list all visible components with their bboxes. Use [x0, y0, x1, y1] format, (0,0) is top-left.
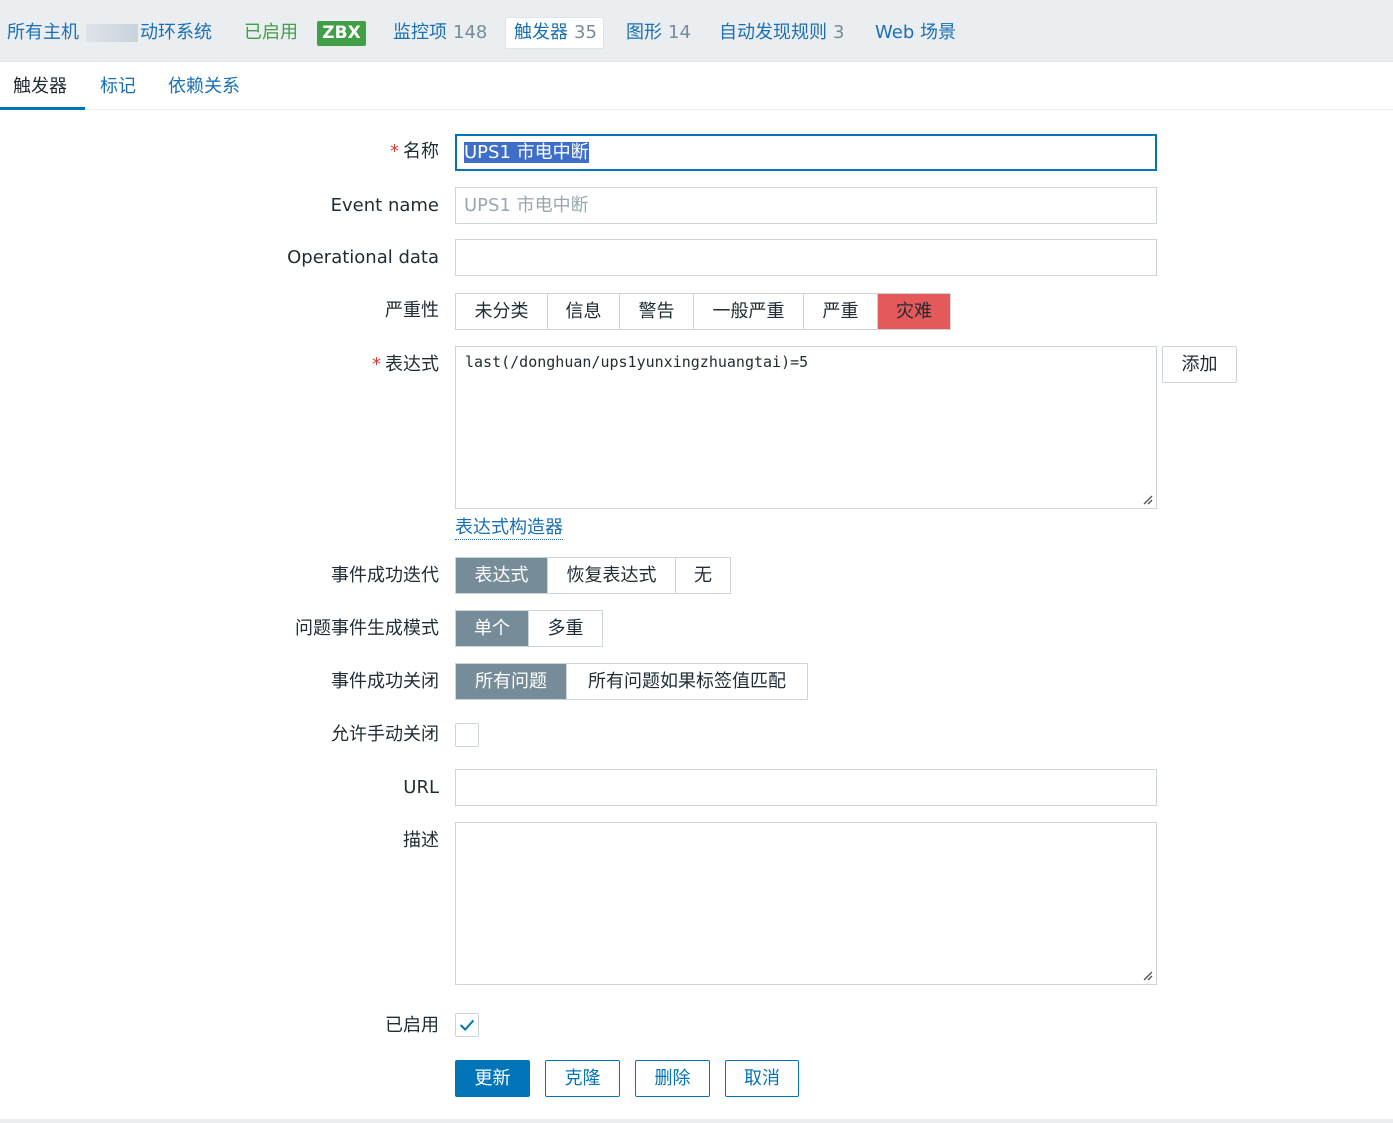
page-bottom-divider — [0, 1119, 1393, 1123]
ok-event-none[interactable]: 无 — [676, 558, 730, 593]
event-name-label: Event name — [330, 195, 439, 216]
tab-dependencies[interactable]: 依赖关系 — [168, 74, 240, 100]
name-input-value: UPS1 市电中断 — [464, 142, 589, 163]
resize-grip-icon[interactable] — [1141, 969, 1153, 981]
nav-web-link[interactable]: Web 场景 — [875, 18, 956, 48]
severity-high[interactable]: 严重 — [804, 294, 878, 329]
ok-event-generation-label: 事件成功迭代 — [331, 565, 439, 586]
ok-event-generation-selector: 表达式 恢复表达式 无 — [455, 557, 731, 594]
problem-event-mode-selector: 单个 多重 — [455, 610, 603, 647]
host-name-redacted — [86, 24, 138, 42]
active-tab-underline — [0, 107, 85, 110]
host-name-link[interactable]: 动环系统 — [140, 18, 212, 48]
required-marker: * — [390, 141, 399, 162]
nav-triggers-count: 35 — [574, 22, 597, 43]
resize-grip-icon[interactable] — [1141, 493, 1153, 505]
description-label: 描述 — [403, 830, 439, 851]
ok-event-closes-label: 事件成功关闭 — [331, 671, 439, 692]
allow-manual-close-checkbox[interactable] — [455, 723, 479, 747]
problem-mode-multiple[interactable]: 多重 — [529, 611, 602, 646]
nav-triggers-label: 触发器 — [514, 22, 568, 43]
problem-mode-single[interactable]: 单个 — [456, 611, 529, 646]
nav-graphs-link[interactable]: 图形 14 — [626, 18, 691, 48]
delete-button[interactable]: 删除 — [635, 1060, 710, 1097]
all-hosts-link[interactable]: 所有主机 — [7, 18, 79, 48]
tab-trigger[interactable]: 触发器 — [13, 74, 67, 100]
nav-triggers-link[interactable]: 触发器 35 — [514, 18, 597, 48]
event-name-placeholder: UPS1 市电中断 — [464, 195, 589, 216]
clone-button[interactable]: 克隆 — [545, 1060, 620, 1097]
url-label: URL — [403, 777, 439, 798]
host-status-enabled[interactable]: 已启用 — [244, 18, 298, 48]
nav-items-link[interactable]: 监控项 148 — [393, 18, 487, 48]
ok-closes-all-problems[interactable]: 所有问题 — [456, 664, 567, 699]
severity-warning[interactable]: 警告 — [620, 294, 694, 329]
allow-manual-close-label: 允许手动关闭 — [331, 724, 439, 745]
operational-data-label: Operational data — [287, 247, 439, 268]
host-navigation: 所有主机 动环系统 已启用 ZBX 监控项 148 触发器 35 图形 14 自动发现… — [0, 0, 1393, 62]
severity-information[interactable]: 信息 — [548, 294, 620, 329]
ok-event-closes-selector: 所有问题 所有问题如果标签值匹配 — [455, 663, 808, 700]
name-label-text: 名称 — [403, 141, 439, 162]
nav-discovery-link[interactable]: 自动发现规则 3 — [719, 18, 844, 48]
name-label: * 名称 — [390, 140, 439, 164]
form-tabs: 触发器 标记 依赖关系 — [0, 62, 1393, 110]
ok-closes-tag-match[interactable]: 所有问题如果标签值匹配 — [567, 664, 807, 699]
enabled-label: 已启用 — [385, 1015, 439, 1036]
add-expression-button[interactable]: 添加 — [1162, 346, 1237, 383]
severity-label: 严重性 — [385, 300, 439, 321]
expression-label-text: 表达式 — [385, 354, 439, 375]
ok-event-expression[interactable]: 表达式 — [456, 558, 548, 593]
tab-tags[interactable]: 标记 — [100, 74, 136, 100]
expression-textarea[interactable]: last(/donghuan/ups1yunxingzhuangtai)=5 — [455, 346, 1157, 509]
nav-items-count: 148 — [453, 22, 488, 43]
enabled-checkbox[interactable] — [455, 1013, 479, 1037]
event-name-input[interactable]: UPS1 市电中断 — [455, 187, 1157, 224]
nav-graphs-label: 图形 — [626, 22, 662, 43]
description-textarea[interactable] — [455, 822, 1157, 985]
cancel-button[interactable]: 取消 — [725, 1060, 799, 1097]
severity-average[interactable]: 一般严重 — [694, 294, 804, 329]
expression-value: last(/donghuan/ups1yunxingzhuangtai)=5 — [465, 353, 809, 371]
severity-disaster[interactable]: 灾难 — [878, 294, 950, 329]
url-input[interactable] — [455, 769, 1157, 806]
checkmark-icon — [459, 1019, 475, 1032]
required-marker: * — [372, 354, 381, 375]
problem-event-mode-label: 问题事件生成模式 — [295, 618, 439, 639]
zbx-availability-badge: ZBX — [317, 21, 366, 46]
operational-data-input[interactable] — [455, 239, 1157, 276]
nav-discovery-count: 3 — [833, 22, 845, 43]
severity-selector: 未分类 信息 警告 一般严重 严重 灾难 — [455, 293, 951, 330]
ok-event-recovery-expression[interactable]: 恢复表达式 — [548, 558, 676, 593]
nav-items-label: 监控项 — [393, 22, 447, 43]
nav-graphs-count: 14 — [668, 22, 691, 43]
name-input[interactable]: UPS1 市电中断 — [455, 134, 1157, 171]
nav-discovery-label: 自动发现规则 — [719, 22, 827, 43]
expression-builder-link[interactable]: 表达式构造器 — [455, 517, 563, 540]
severity-not-classified[interactable]: 未分类 — [456, 294, 548, 329]
expression-label: * 表达式 — [372, 353, 439, 377]
update-button[interactable]: 更新 — [455, 1060, 530, 1097]
